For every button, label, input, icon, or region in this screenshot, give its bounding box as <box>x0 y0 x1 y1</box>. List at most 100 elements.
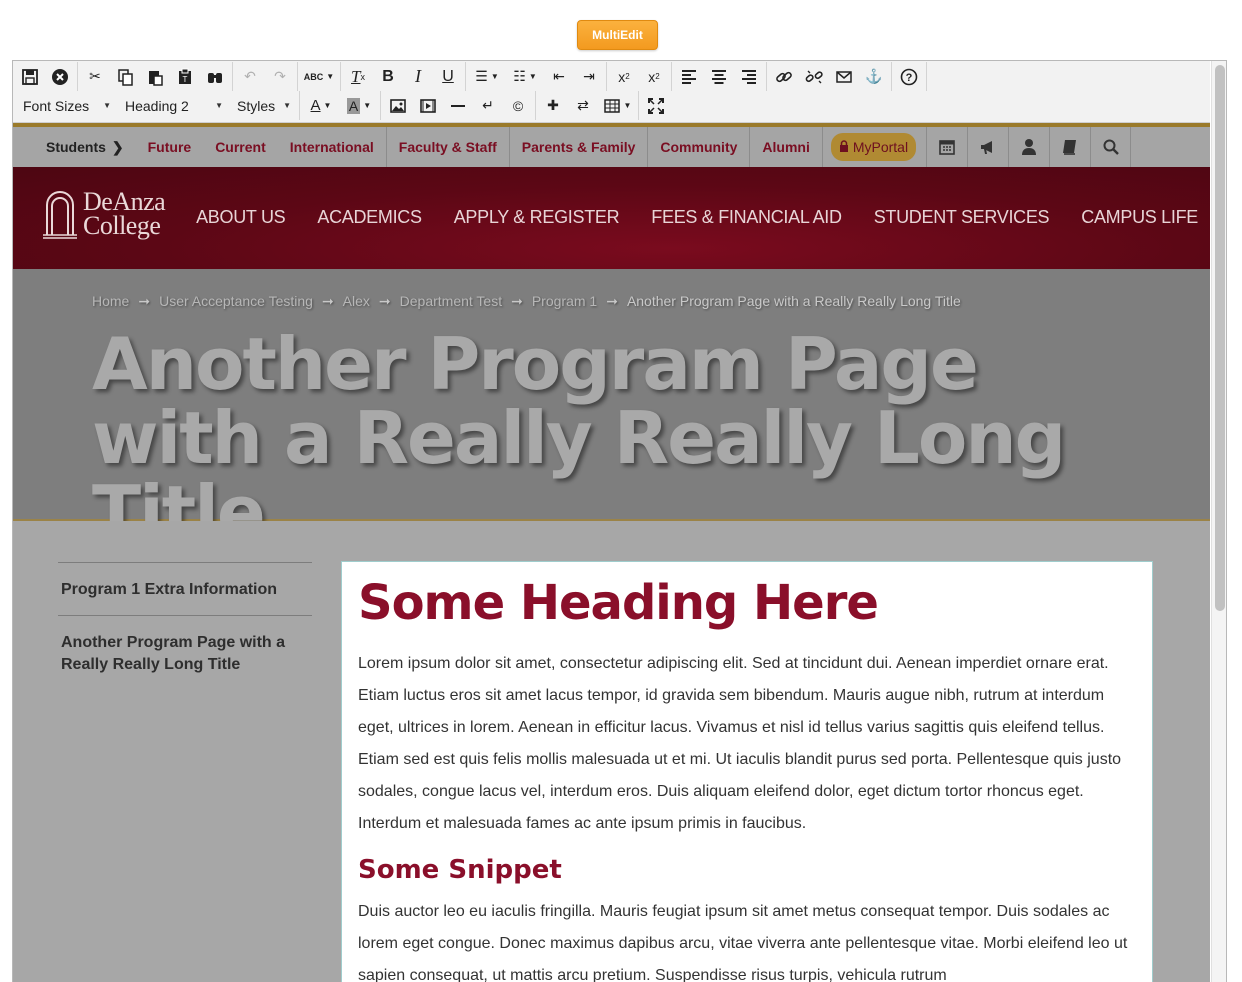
toolbar-group-script: x2 x2 <box>607 62 672 91</box>
audience-item-current[interactable]: Current <box>203 127 278 167</box>
paste-text-icon[interactable]: T <box>170 64 200 90</box>
nav-academics[interactable]: ACADEMICS <box>317 207 422 228</box>
nav-student-services[interactable]: STUDENT SERVICES <box>874 207 1050 228</box>
content-subheading[interactable]: Some Snippet <box>358 852 1136 888</box>
audience-item-parents-family[interactable]: Parents & Family <box>508 127 648 167</box>
toolbar-group-tools: ✚ ⇄ ▼ <box>536 91 639 120</box>
toolbar-group-colors: A ▼ A ▼ <box>300 91 381 120</box>
help-icon[interactable]: ? <box>894 64 924 90</box>
main-nav: ABOUT US ACADEMICS APPLY & REGISTER FEES… <box>196 207 1198 228</box>
superscript-icon[interactable]: x2 <box>609 64 639 90</box>
breadcrumb-department-test[interactable]: Department Test <box>400 293 502 310</box>
audience-item-future[interactable]: Future <box>136 127 204 167</box>
format-label: Heading 2 <box>125 97 189 114</box>
arrow-right-icon: ➞ <box>511 293 523 309</box>
toolbar-row-1: ✂ T ↶ ↷ ABC ▼ T x B I U ☰ ▼ ☷ ▼ ⇤ ⇥ x 2 … <box>13 62 927 91</box>
audience-item-faculty-staff[interactable]: Faculty & Staff <box>385 127 509 167</box>
find-icon[interactable] <box>200 64 230 90</box>
link-icon[interactable] <box>769 64 799 90</box>
undo-icon[interactable]: ↶ <box>235 64 265 90</box>
paste-icon[interactable] <box>140 64 170 90</box>
audience-item-international[interactable]: International <box>278 127 386 167</box>
toolbar-group-align <box>672 62 767 91</box>
breadcrumb-current: Another Program Page with a Really Reall… <box>626 293 961 309</box>
align-right-icon[interactable] <box>734 64 764 90</box>
multiedit-button[interactable]: MultiEdit <box>577 20 658 50</box>
editable-content-region[interactable]: Some Heading Here Lorem ipsum dolor sit … <box>341 561 1153 982</box>
align-center-icon[interactable] <box>704 64 734 90</box>
sidenav-item-current-page[interactable]: Another Program Page with a Really Reall… <box>58 616 312 690</box>
close-icon[interactable] <box>45 64 75 90</box>
toolbar-group-clipboard: ✂ T <box>78 62 233 91</box>
breadcrumb-uat[interactable]: User Acceptance Testing <box>159 293 313 310</box>
styles-dropdown[interactable]: Styles ▼ <box>229 93 297 119</box>
book-icon[interactable] <box>1049 127 1090 167</box>
arch-icon <box>43 191 77 239</box>
toolbar-group-document <box>13 62 78 91</box>
nav-about-us[interactable]: ABOUT US <box>196 207 286 228</box>
swap-icon[interactable]: ⇄ <box>568 93 598 119</box>
bulleted-list-icon[interactable]: ☰ ▼ <box>468 64 506 90</box>
email-icon[interactable] <box>829 64 859 90</box>
cut-icon[interactable]: ✂ <box>80 64 110 90</box>
vertical-scrollbar[interactable] <box>1211 61 1226 982</box>
breadcrumb-alex[interactable]: Alex <box>343 293 370 310</box>
redo-icon[interactable]: ↷ <box>265 64 295 90</box>
megaphone-icon[interactable] <box>967 127 1008 167</box>
video-icon[interactable] <box>413 93 443 119</box>
indent-icon[interactable]: ⇥ <box>574 64 604 90</box>
nav-campus-life[interactable]: CAMPUS LIFE <box>1081 207 1198 228</box>
breadcrumb-program-1[interactable]: Program 1 <box>532 293 597 310</box>
search-icon[interactable] <box>1090 127 1132 167</box>
audience-item-community[interactable]: Community <box>647 127 749 167</box>
content-heading[interactable]: Some Heading Here <box>358 574 1136 632</box>
text-color-icon[interactable]: A ▼ <box>302 93 340 119</box>
calendar-icon[interactable] <box>926 127 967 167</box>
content-paragraph-1[interactable]: Lorem ipsum dolor sit amet, consectetur … <box>358 648 1136 840</box>
audience-item-alumni[interactable]: Alumni <box>749 127 821 167</box>
numbered-list-icon[interactable]: ☷ ▼ <box>506 64 544 90</box>
image-icon[interactable] <box>383 93 413 119</box>
font-sizes-dropdown[interactable]: Font Sizes ▼ <box>15 93 117 119</box>
toolbar-group-history: ↶ ↷ <box>233 62 298 91</box>
unlink-icon[interactable] <box>799 64 829 90</box>
user-icon[interactable] <box>1008 127 1049 167</box>
arrow-right-icon: ➞ <box>378 293 391 309</box>
college-logo[interactable]: DeAnza College <box>43 189 166 239</box>
scrollbar-thumb[interactable] <box>1215 65 1225 611</box>
underline-icon[interactable]: U <box>433 64 463 90</box>
format-dropdown[interactable]: Heading 2 ▼ <box>117 93 229 119</box>
background-color-icon[interactable]: A ▼ <box>340 93 378 119</box>
align-left-icon[interactable] <box>674 64 704 90</box>
remove-format-icon[interactable]: Tx <box>343 64 373 90</box>
content-area: Program 1 Extra Information Another Prog… <box>13 521 1210 982</box>
italic-icon[interactable]: I <box>403 64 433 90</box>
plugin-icon[interactable]: ✚ <box>538 93 568 119</box>
font-sizes-label: Font Sizes <box>23 97 90 114</box>
maximize-icon[interactable] <box>641 93 671 119</box>
bold-icon[interactable]: B <box>373 64 403 90</box>
toolbar-group-help: ? <box>892 62 927 91</box>
toolbar-group-links: ⚓ <box>767 62 892 91</box>
horizontal-rule-icon[interactable] <box>443 93 473 119</box>
subscript-icon[interactable]: x2 <box>639 64 669 90</box>
arrow-right-icon: ➞ <box>606 293 618 309</box>
anchor-icon[interactable]: ⚓ <box>859 64 889 90</box>
copy-icon[interactable] <box>110 64 140 90</box>
save-icon[interactable] <box>15 64 45 90</box>
toolbar-group-lists: ☰ ▼ ☷ ▼ ⇤ ⇥ <box>466 62 607 91</box>
special-char-icon[interactable]: © <box>503 93 533 119</box>
nav-apply-register[interactable]: APPLY & REGISTER <box>454 207 620 228</box>
outdent-icon[interactable]: ⇤ <box>544 64 574 90</box>
content-paragraph-2[interactable]: Duis auctor leo eu iaculis fringilla. Ma… <box>358 896 1136 982</box>
myportal-wrapper: MyPortal <box>821 127 926 167</box>
nav-fees-financial-aid[interactable]: FEES & FINANCIAL AID <box>651 207 842 228</box>
table-icon[interactable]: ▼ <box>598 93 636 119</box>
spellcheck-icon[interactable]: ABC ▼ <box>300 64 338 90</box>
hero-banner: Home ➞ User Acceptance Testing ➞ Alex ➞ … <box>13 269 1210 549</box>
sidenav-item-extra-info[interactable]: Program 1 Extra Information <box>58 563 312 616</box>
myportal-button[interactable]: MyPortal <box>830 133 917 161</box>
line-break-icon[interactable]: ↵ <box>473 93 503 119</box>
brand-header: DeAnza College ABOUT US ACADEMICS APPLY … <box>13 167 1210 269</box>
breadcrumb-home[interactable]: Home <box>92 293 129 310</box>
